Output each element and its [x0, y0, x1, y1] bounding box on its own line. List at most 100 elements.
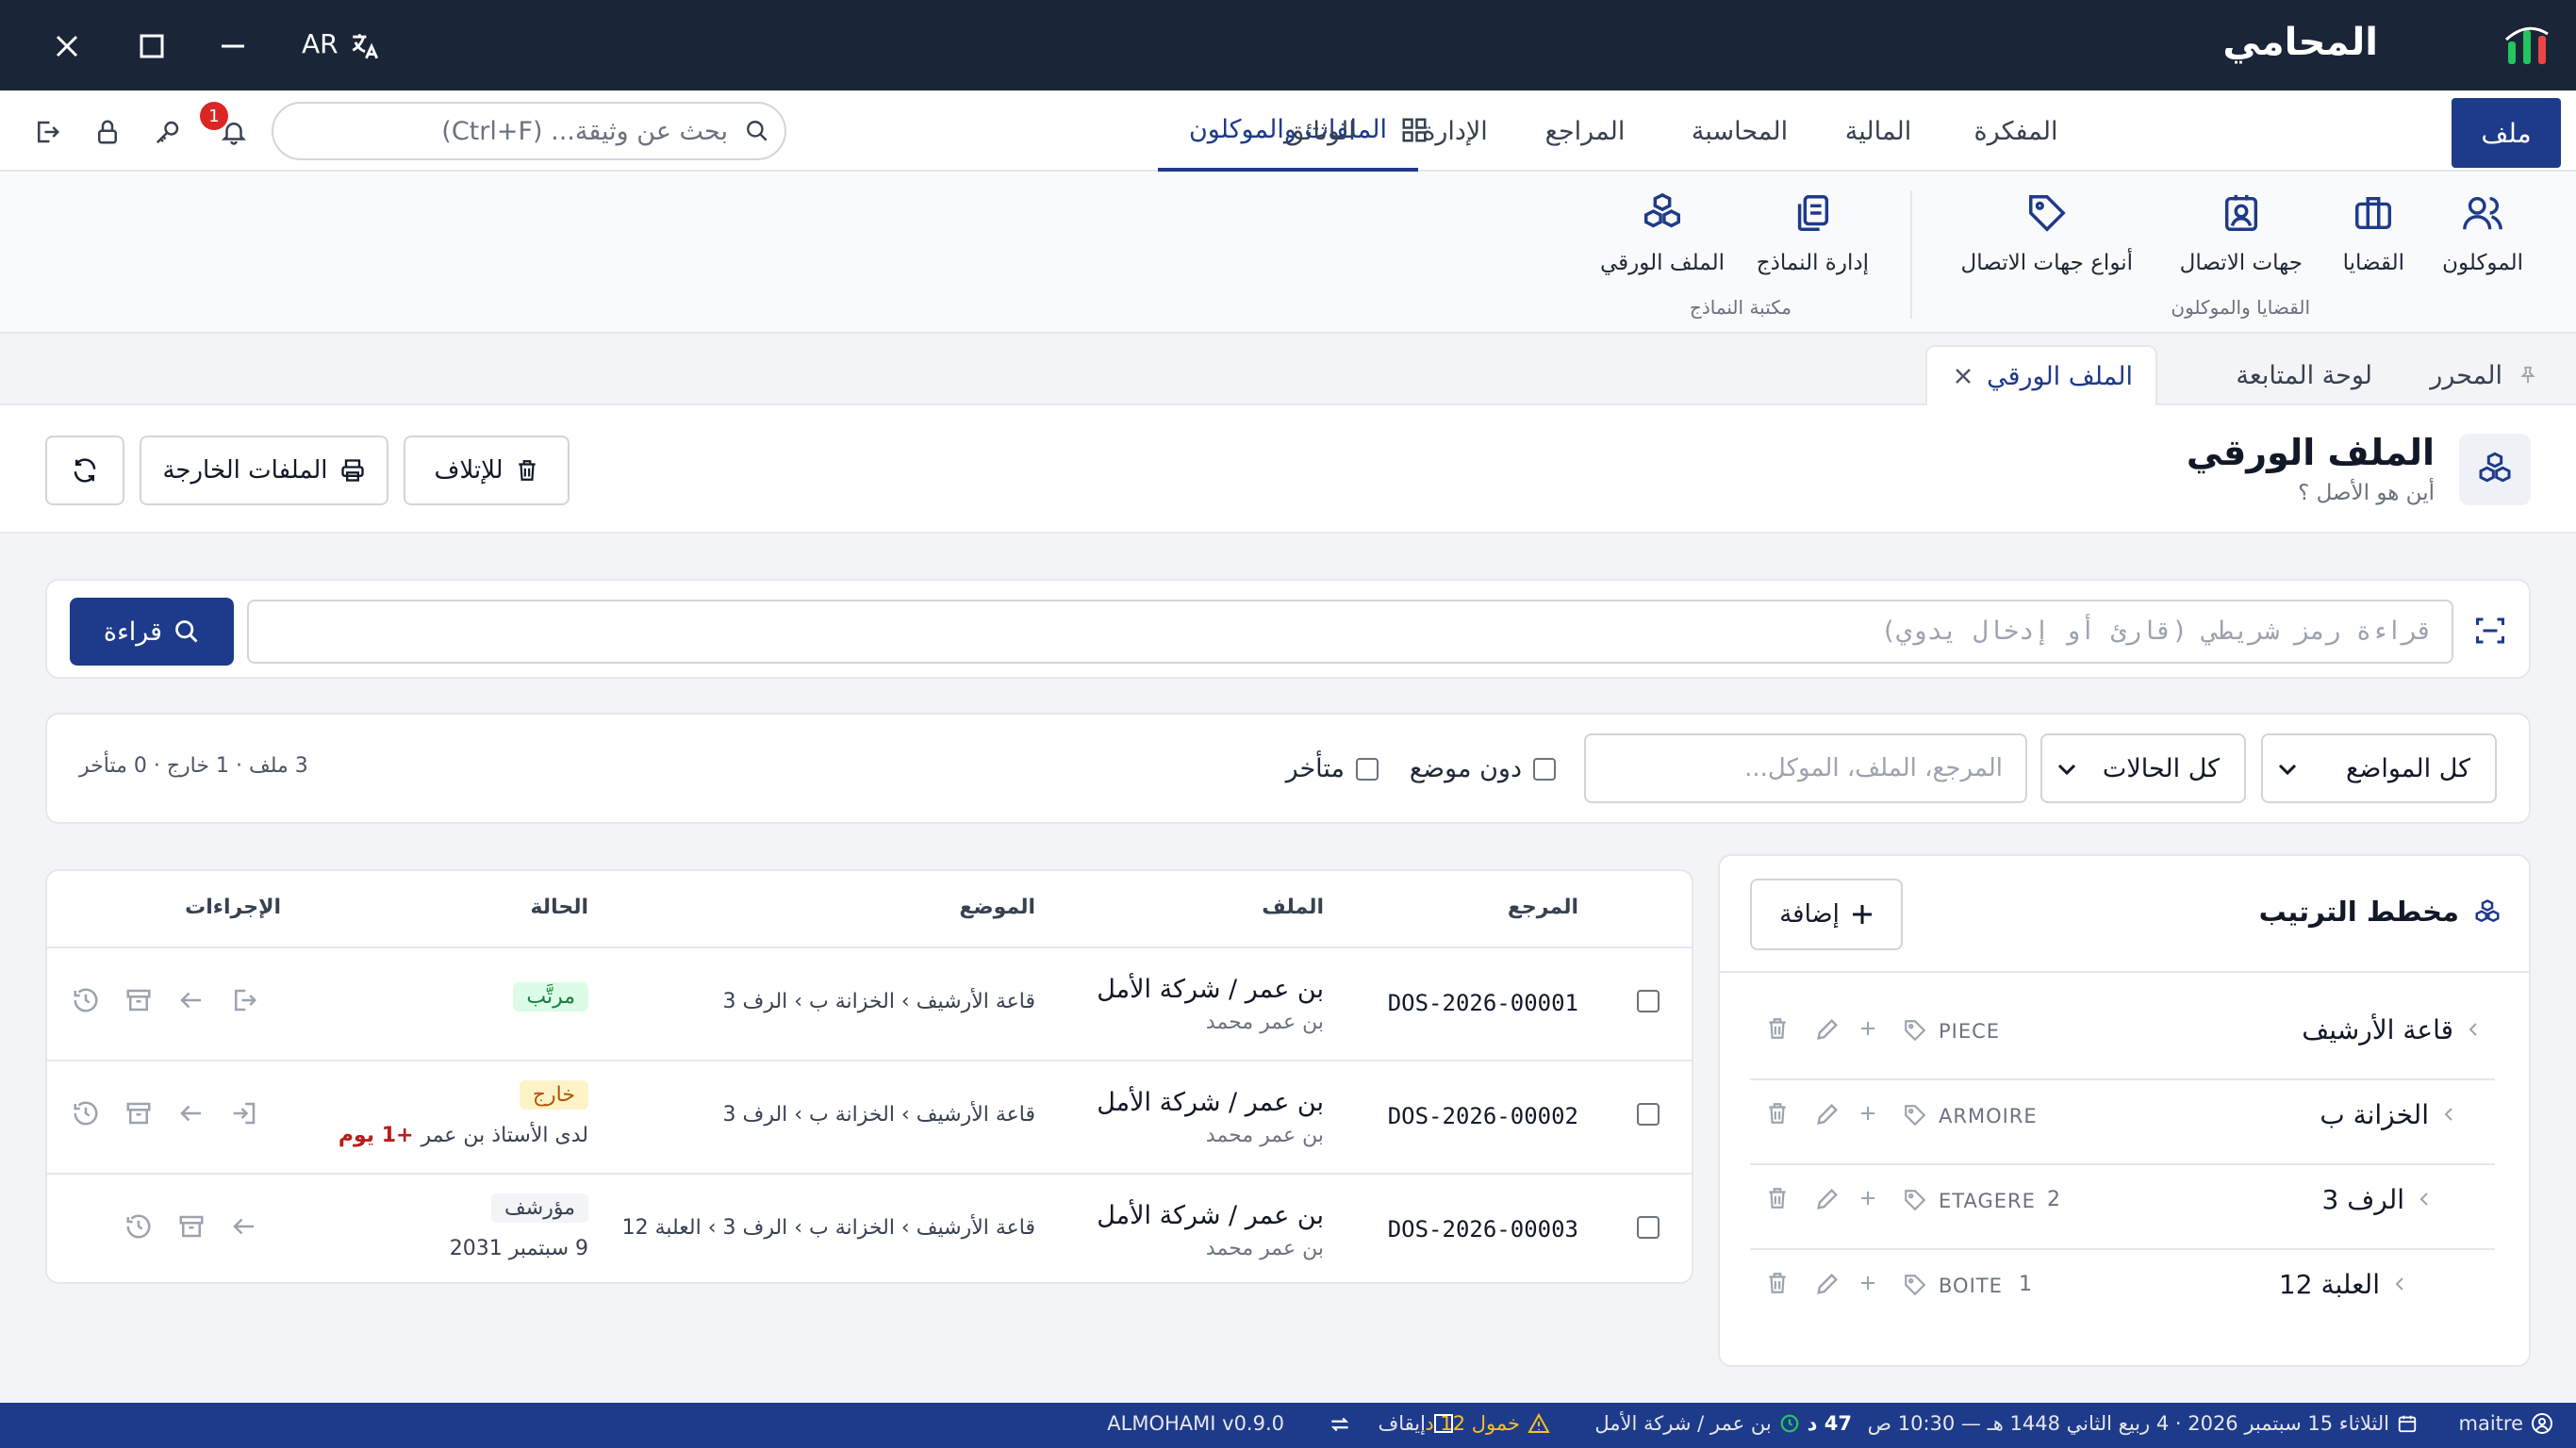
tree-node[interactable]: قاعة الأرشيف PIECE [1750, 996, 2495, 1080]
refresh-button[interactable] [45, 436, 124, 505]
checkbox[interactable] [1356, 757, 1379, 781]
plus-icon[interactable] [1859, 1190, 1876, 1207]
col-ref[interactable]: المرجع [1508, 896, 1578, 919]
table-row[interactable]: DOS-2026-00001 بن عمر / شركة الأمل بن عم… [47, 948, 1692, 1061]
tab-paper-file[interactable]: الملف الورقي [1925, 345, 2157, 405]
checkbox[interactable] [1433, 1413, 1454, 1434]
language-label[interactable]: AR [302, 28, 339, 59]
chevron-left-icon[interactable] [2393, 1275, 2406, 1293]
trash-icon[interactable] [1765, 1101, 1790, 1126]
page-header: الملف الورقي أين هو الأصل ؟ للإتلاف المل… [0, 405, 2576, 534]
arrow-icon[interactable] [177, 1099, 206, 1127]
table-row[interactable]: DOS-2026-00002 بن عمر / شركة الأمل بن عم… [47, 1061, 1692, 1175]
tab-paper-file-label: الملف الورقي [1987, 361, 2133, 391]
ribbon-paper-file[interactable]: الملف الورقي [1600, 189, 1725, 275]
search-box[interactable]: بحث عن وثيقة... (Ctrl+F) [272, 102, 786, 160]
tab-finance[interactable]: المالية [1822, 90, 1935, 172]
row-checkbox[interactable] [1637, 990, 1660, 1012]
row-checkbox[interactable] [1637, 1216, 1660, 1239]
edit-icon[interactable] [1814, 1271, 1841, 1297]
tab-editor[interactable]: المحرر [2430, 345, 2538, 405]
plus-icon[interactable] [1859, 1275, 1876, 1292]
late-badge: +1 يوم [338, 1124, 414, 1147]
close-icon[interactable] [47, 26, 87, 66]
tab-documents[interactable]: الوثائق [1254, 90, 1386, 172]
barcode-input[interactable]: قراءة رمز شريطي (قارئ أو إدخال يدوي) [247, 600, 2453, 664]
locations-select[interactable]: كل المواضع [2261, 733, 2497, 803]
tab-dashboard[interactable]: لوحة المتابعة [2236, 345, 2372, 405]
close-tab-icon[interactable] [1955, 368, 1972, 385]
chevron-left-icon[interactable] [2467, 1020, 2480, 1039]
key-icon[interactable] [149, 113, 187, 151]
pin-icon[interactable] [2518, 365, 2538, 386]
status-note-text: لدى الأستاذ بن عمر [421, 1124, 588, 1147]
outgoing-files-button[interactable]: الملفات الخارجة [140, 436, 388, 505]
archive-icon[interactable] [124, 1099, 153, 1127]
edit-icon[interactable] [1814, 1186, 1841, 1212]
history-icon[interactable] [124, 1212, 153, 1241]
tree-node[interactable]: الخزانة ب ARMOIRE [1750, 1080, 2495, 1165]
chevron-left-icon[interactable] [2418, 1190, 2431, 1209]
late-checkbox[interactable]: متأخر [1286, 754, 1379, 783]
in-icon[interactable] [230, 1099, 258, 1127]
tab-file[interactable]: ملف [2452, 98, 2561, 168]
chevron-left-icon[interactable] [2442, 1105, 2455, 1124]
row-checkbox[interactable] [1637, 1103, 1660, 1126]
history-icon[interactable] [72, 1099, 100, 1127]
read-button[interactable]: قراءة [70, 598, 234, 666]
tab-agenda[interactable]: المفكرة [1931, 90, 2101, 172]
table-row[interactable]: DOS-2026-00003 بن عمر / شركة الأمل بن عم… [47, 1175, 1692, 1286]
pause-toggle[interactable]: إيقاف [1379, 1412, 1454, 1435]
plus-icon[interactable] [1859, 1020, 1876, 1037]
ribbon-templates[interactable]: إدارة النماذج [1757, 189, 1869, 275]
file-ref[interactable]: DOS-2026-00003 [1388, 1216, 1578, 1242]
history-icon[interactable] [72, 986, 100, 1014]
client-name: بن عمر محمد [1205, 1124, 1324, 1147]
maximize-icon[interactable] [132, 26, 172, 66]
archive-icon[interactable] [177, 1212, 206, 1241]
file-ref[interactable]: DOS-2026-00001 [1388, 990, 1578, 1016]
col-file[interactable]: الملف [1262, 896, 1324, 919]
ribbon-cases[interactable]: القضايا [2343, 189, 2404, 275]
minimize-icon[interactable] [213, 26, 253, 66]
edit-icon[interactable] [1814, 1016, 1841, 1043]
tab-administration[interactable]: الإدارة [1394, 90, 1516, 172]
ribbon-contact-types[interactable]: أنواع جهات الاتصال [1961, 189, 2133, 275]
no-location-checkbox[interactable]: دون موضع [1410, 754, 1556, 783]
filter-search-input[interactable]: المرجع، الملف، الموكل... [1584, 733, 2027, 803]
arrow-icon[interactable] [230, 1212, 258, 1241]
title-bar: المحامي AR [0, 0, 2576, 90]
trash-icon[interactable] [1765, 1271, 1790, 1295]
tab-references[interactable]: المراجع [1524, 90, 1646, 172]
file-ref[interactable]: DOS-2026-00002 [1388, 1103, 1578, 1129]
scan-icon[interactable] [2470, 611, 2510, 650]
user-status[interactable]: maitre [2459, 1412, 2554, 1435]
archive-icon[interactable] [124, 986, 153, 1014]
edit-icon[interactable] [1814, 1101, 1841, 1127]
tree-node[interactable]: العلبة 12 BOITE 1 [1750, 1250, 2495, 1322]
lock-icon[interactable] [89, 113, 126, 151]
ribbon-paper-file-label: الملف الورقي [1600, 251, 1725, 275]
ribbon-cases-label: القضايا [2342, 251, 2404, 275]
destroy-button[interactable]: للإتلاف [404, 436, 570, 505]
out-icon[interactable] [230, 986, 258, 1014]
add-node-button[interactable]: إضافة [1750, 879, 1903, 950]
ribbon-clients[interactable]: الموكلون [2442, 189, 2523, 275]
trash-icon[interactable] [1765, 1186, 1790, 1210]
search-input[interactable]: بحث عن وثيقة... (Ctrl+F) [441, 117, 728, 146]
logout-icon[interactable] [28, 113, 66, 151]
ribbon-contacts[interactable]: جهات الاتصال [2180, 189, 2303, 275]
checkbox[interactable] [1533, 757, 1556, 781]
plus-icon[interactable] [1859, 1105, 1876, 1122]
tab-accounting[interactable]: المحاسبة [1669, 90, 1810, 172]
sync-icon[interactable] [1328, 1412, 1352, 1437]
translate-icon[interactable] [345, 26, 385, 66]
tag-icon [1903, 1018, 1927, 1043]
col-location[interactable]: الموضع [959, 896, 1035, 919]
arrow-icon[interactable] [177, 986, 206, 1014]
col-status[interactable]: الحالة [530, 896, 588, 919]
timer-status[interactable]: 47 د بن عمر / شركة الأمل [1594, 1412, 1852, 1435]
trash-icon[interactable] [1765, 1016, 1790, 1041]
states-select[interactable]: كل الحالات [2040, 733, 2246, 803]
tree-node[interactable]: الرف 3 ETAGERE 2 [1750, 1165, 2495, 1250]
